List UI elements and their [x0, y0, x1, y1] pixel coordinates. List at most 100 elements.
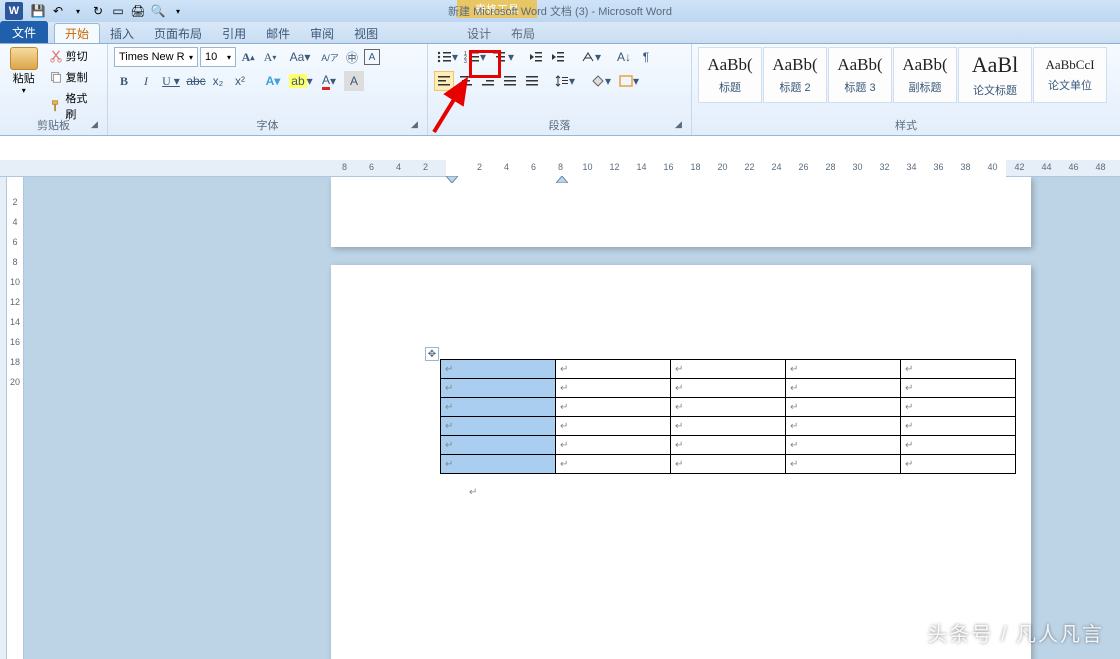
- italic-button[interactable]: I: [136, 71, 156, 91]
- document-table[interactable]: ↵↵↵↵↵↵↵↵↵↵↵↵↵↵↵↵↵↵↵↵↵↵↵↵↵↵↵↵↵↵: [440, 359, 1016, 474]
- table-cell[interactable]: ↵: [901, 436, 1016, 455]
- table-cell[interactable]: ↵: [441, 398, 556, 417]
- bullets-button[interactable]: ▾: [434, 47, 460, 67]
- undo-icon[interactable]: ↶: [50, 3, 66, 19]
- table-cell[interactable]: ↵: [556, 379, 671, 398]
- table-cell[interactable]: ↵: [671, 379, 786, 398]
- sort-button[interactable]: A↓: [614, 47, 634, 67]
- save-icon[interactable]: 💾: [30, 3, 46, 19]
- undo-dropdown-icon[interactable]: ▾: [70, 3, 86, 19]
- new-document-icon[interactable]: ▭: [110, 3, 126, 19]
- table-row[interactable]: ↵↵↵↵↵: [441, 360, 1016, 379]
- table-cell[interactable]: ↵: [441, 379, 556, 398]
- tab-table-layout[interactable]: 布局: [501, 23, 545, 43]
- table-cell[interactable]: ↵: [441, 436, 556, 455]
- shading-button[interactable]: ▾: [588, 71, 614, 91]
- justify-button[interactable]: [500, 71, 520, 91]
- table-row[interactable]: ↵↵↵↵↵: [441, 398, 1016, 417]
- phonetic-guide-button[interactable]: A/ア: [320, 47, 340, 67]
- show-marks-button[interactable]: ¶: [636, 47, 656, 67]
- table-cell[interactable]: ↵: [901, 360, 1016, 379]
- tab-mailings[interactable]: 邮件: [256, 23, 300, 43]
- paste-button[interactable]: 粘贴 ▾: [6, 47, 42, 95]
- bold-button[interactable]: B: [114, 71, 134, 91]
- align-right-button[interactable]: [478, 71, 498, 91]
- tab-references[interactable]: 引用: [212, 23, 256, 43]
- vertical-ruler[interactable]: 2468101214161820: [6, 177, 24, 659]
- font-name-combo[interactable]: Times New R▾: [114, 47, 198, 67]
- subscript-button[interactable]: x₂: [208, 71, 228, 91]
- clipboard-launcher-icon[interactable]: ◢: [91, 119, 103, 131]
- distributed-button[interactable]: [522, 71, 542, 91]
- table-cell[interactable]: ↵: [786, 455, 901, 474]
- font-size-combo[interactable]: 10▾: [200, 47, 236, 67]
- style-item-1[interactable]: AaBb(标题 2: [763, 47, 827, 103]
- numbering-button[interactable]: 123▾: [462, 47, 488, 67]
- align-center-button[interactable]: [456, 71, 476, 91]
- style-item-2[interactable]: AaBb(标题 3: [828, 47, 892, 103]
- paragraph-launcher-icon[interactable]: ◢: [675, 119, 687, 131]
- right-indent-marker[interactable]: [556, 170, 568, 188]
- shrink-font-button[interactable]: A▾: [260, 47, 280, 67]
- table-cell[interactable]: ↵: [901, 455, 1016, 474]
- horizontal-ruler[interactable]: 8642246810121416182022242628303234363840…: [0, 160, 1120, 177]
- table-cell[interactable]: ↵: [556, 455, 671, 474]
- text-effects-button[interactable]: A▾: [260, 71, 286, 91]
- table-cell[interactable]: ↵: [556, 417, 671, 436]
- character-shading-button[interactable]: A: [344, 71, 364, 91]
- page-viewport[interactable]: ✥ ↵↵↵↵↵↵↵↵↵↵↵↵↵↵↵↵↵↵↵↵↵↵↵↵↵↵↵↵↵↵ ↵: [24, 177, 1120, 659]
- table-row[interactable]: ↵↵↵↵↵: [441, 436, 1016, 455]
- table-cell[interactable]: ↵: [786, 398, 901, 417]
- document-page[interactable]: ✥ ↵↵↵↵↵↵↵↵↵↵↵↵↵↵↵↵↵↵↵↵↵↵↵↵↵↵↵↵↵↵ ↵: [331, 265, 1031, 659]
- highlight-button[interactable]: ab▾: [288, 71, 314, 91]
- file-tab[interactable]: 文件: [0, 21, 48, 43]
- increase-indent-button[interactable]: [548, 47, 568, 67]
- asian-layout-button[interactable]: ▾: [578, 47, 604, 67]
- tab-view[interactable]: 视图: [344, 23, 388, 43]
- style-item-5[interactable]: AaBbCcI论文单位: [1033, 47, 1107, 103]
- line-spacing-button[interactable]: ▾: [552, 71, 578, 91]
- table-cell[interactable]: ↵: [441, 417, 556, 436]
- table-cell[interactable]: ↵: [786, 417, 901, 436]
- tab-review[interactable]: 审阅: [300, 23, 344, 43]
- decrease-indent-button[interactable]: [526, 47, 546, 67]
- left-indent-marker[interactable]: [446, 170, 458, 188]
- style-item-0[interactable]: AaBb(标题: [698, 47, 762, 103]
- table-cell[interactable]: ↵: [556, 436, 671, 455]
- table-cell[interactable]: ↵: [671, 398, 786, 417]
- grow-font-button[interactable]: A▴: [238, 47, 258, 67]
- table-cell[interactable]: ↵: [786, 379, 901, 398]
- character-border-button[interactable]: A: [364, 49, 380, 65]
- tab-insert[interactable]: 插入: [100, 23, 144, 43]
- table-cell[interactable]: ↵: [786, 360, 901, 379]
- strikethrough-button[interactable]: abc: [186, 71, 206, 91]
- styles-gallery[interactable]: AaBb(标题AaBb(标题 2AaBb(标题 3AaBb(副标题AaBl论文标…: [698, 47, 1114, 103]
- table-cell[interactable]: ↵: [901, 417, 1016, 436]
- font-color-button[interactable]: A▾: [316, 71, 342, 91]
- print-preview-icon[interactable]: 🔍: [150, 3, 166, 19]
- align-left-button[interactable]: [434, 71, 454, 91]
- table-row[interactable]: ↵↵↵↵↵: [441, 417, 1016, 436]
- table-cell[interactable]: ↵: [786, 436, 901, 455]
- table-cell[interactable]: ↵: [556, 398, 671, 417]
- table-cell[interactable]: ↵: [671, 417, 786, 436]
- table-cell[interactable]: ↵: [441, 455, 556, 474]
- style-item-3[interactable]: AaBb(副标题: [893, 47, 957, 103]
- table-cell[interactable]: ↵: [671, 455, 786, 474]
- borders-button[interactable]: ▾: [616, 71, 642, 91]
- change-case-button[interactable]: Aa▾: [290, 47, 310, 67]
- table-row[interactable]: ↵↵↵↵↵: [441, 455, 1016, 474]
- table-move-handle[interactable]: ✥: [425, 347, 439, 361]
- enclose-characters-button[interactable]: ㊥: [342, 47, 362, 67]
- table-cell[interactable]: ↵: [671, 436, 786, 455]
- table-cell[interactable]: ↵: [556, 360, 671, 379]
- redo-icon[interactable]: ↻: [90, 3, 106, 19]
- table-cell[interactable]: ↵: [441, 360, 556, 379]
- print-icon[interactable]: 🖨: [130, 3, 146, 19]
- table-cell[interactable]: ↵: [901, 379, 1016, 398]
- copy-button[interactable]: 复制: [46, 68, 101, 86]
- table-row[interactable]: ↵↵↵↵↵: [441, 379, 1016, 398]
- table-cell[interactable]: ↵: [901, 398, 1016, 417]
- underline-button[interactable]: U ▾: [158, 71, 184, 91]
- table-cell[interactable]: ↵: [671, 360, 786, 379]
